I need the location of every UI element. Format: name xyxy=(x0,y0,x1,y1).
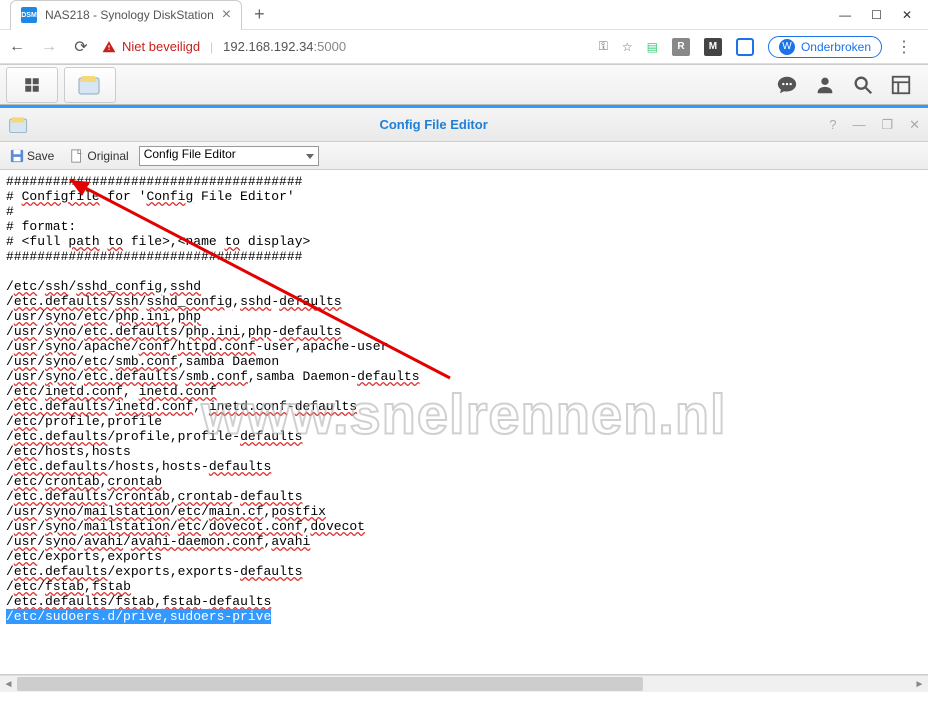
maximize-window-button[interactable]: ❐ xyxy=(881,117,893,133)
search-icon[interactable] xyxy=(850,72,876,98)
scroll-right-icon[interactable]: ► xyxy=(911,676,928,693)
dropdown-value: Config File Editor xyxy=(144,147,236,161)
original-label: Original xyxy=(87,149,128,163)
tab-title: NAS218 - Synology DiskStation xyxy=(45,8,214,22)
security-label: Niet beveiligd xyxy=(122,39,200,54)
forward-button[interactable]: → xyxy=(38,36,60,58)
bookmark-icon[interactable]: ☆ xyxy=(622,40,633,54)
favicon: DSM xyxy=(21,7,37,23)
save-label: Save xyxy=(27,149,54,163)
security-indicator[interactable]: Niet beveiligd xyxy=(102,39,200,54)
window-controls: — ☐ ✕ xyxy=(839,8,924,22)
help-button[interactable]: ? xyxy=(829,117,836,133)
new-tab-button[interactable]: + xyxy=(254,4,265,25)
editor-toolbar: Save Original Config File Editor xyxy=(0,142,928,170)
extension-tab-icon[interactable] xyxy=(736,38,754,56)
save-icon xyxy=(10,149,24,163)
app-window-header: Config File Editor ? — ❐ ✕ xyxy=(0,108,928,142)
profile-button[interactable]: W Onderbroken xyxy=(768,36,882,58)
back-button[interactable]: ← xyxy=(6,36,28,58)
original-button[interactable]: Original xyxy=(64,146,134,166)
url-text[interactable]: 192.168.192.34:5000 xyxy=(223,39,346,54)
url-bar: ← → ⟳ Niet beveiligd | 192.168.192.34:50… xyxy=(0,30,928,64)
key-icon[interactable]: ⚿ xyxy=(599,39,608,54)
save-button[interactable]: Save xyxy=(4,146,60,166)
editor-area[interactable]: ###################################### #… xyxy=(0,170,928,675)
browser-titlebar: DSM NAS218 - Synology DiskStation × + — … xyxy=(0,0,928,30)
minimize-button[interactable]: — xyxy=(839,8,851,22)
profile-avatar-icon: W xyxy=(779,39,795,55)
maximize-button[interactable]: ☐ xyxy=(871,8,882,22)
config-editor-app-icon[interactable] xyxy=(64,67,116,103)
extension-r[interactable]: R xyxy=(672,38,690,56)
scrollbar-thumb[interactable] xyxy=(17,677,643,691)
extension-m[interactable]: M xyxy=(704,38,722,56)
user-icon[interactable] xyxy=(812,72,838,98)
warning-icon xyxy=(102,40,116,54)
selected-line[interactable]: /etc/sudoers.d/prive,sudoers-prive xyxy=(6,609,271,624)
app-icon xyxy=(8,114,30,136)
editor-text[interactable]: ###################################### #… xyxy=(0,170,928,628)
profile-label: Onderbroken xyxy=(801,40,871,54)
scroll-left-icon[interactable]: ◄ xyxy=(0,676,17,693)
minimize-window-button[interactable]: — xyxy=(852,117,865,133)
file-selector-dropdown[interactable]: Config File Editor xyxy=(139,146,319,166)
chat-icon[interactable] xyxy=(774,72,800,98)
close-button[interactable]: ✕ xyxy=(902,8,912,22)
playlist-icon[interactable]: ▤ xyxy=(647,40,658,54)
main-menu-button[interactable] xyxy=(6,67,58,103)
widgets-icon[interactable] xyxy=(888,72,914,98)
menu-icon[interactable]: ⋮ xyxy=(896,37,912,57)
tab-close-icon[interactable]: × xyxy=(222,6,231,24)
horizontal-scrollbar[interactable]: ◄ ► xyxy=(0,675,928,692)
file-icon xyxy=(70,149,84,163)
browser-tab[interactable]: DSM NAS218 - Synology DiskStation × xyxy=(10,0,242,30)
reload-button[interactable]: ⟳ xyxy=(70,36,92,58)
window-title: Config File Editor xyxy=(38,117,829,132)
close-window-button[interactable]: ✕ xyxy=(909,117,920,133)
dsm-topbar xyxy=(0,64,928,105)
